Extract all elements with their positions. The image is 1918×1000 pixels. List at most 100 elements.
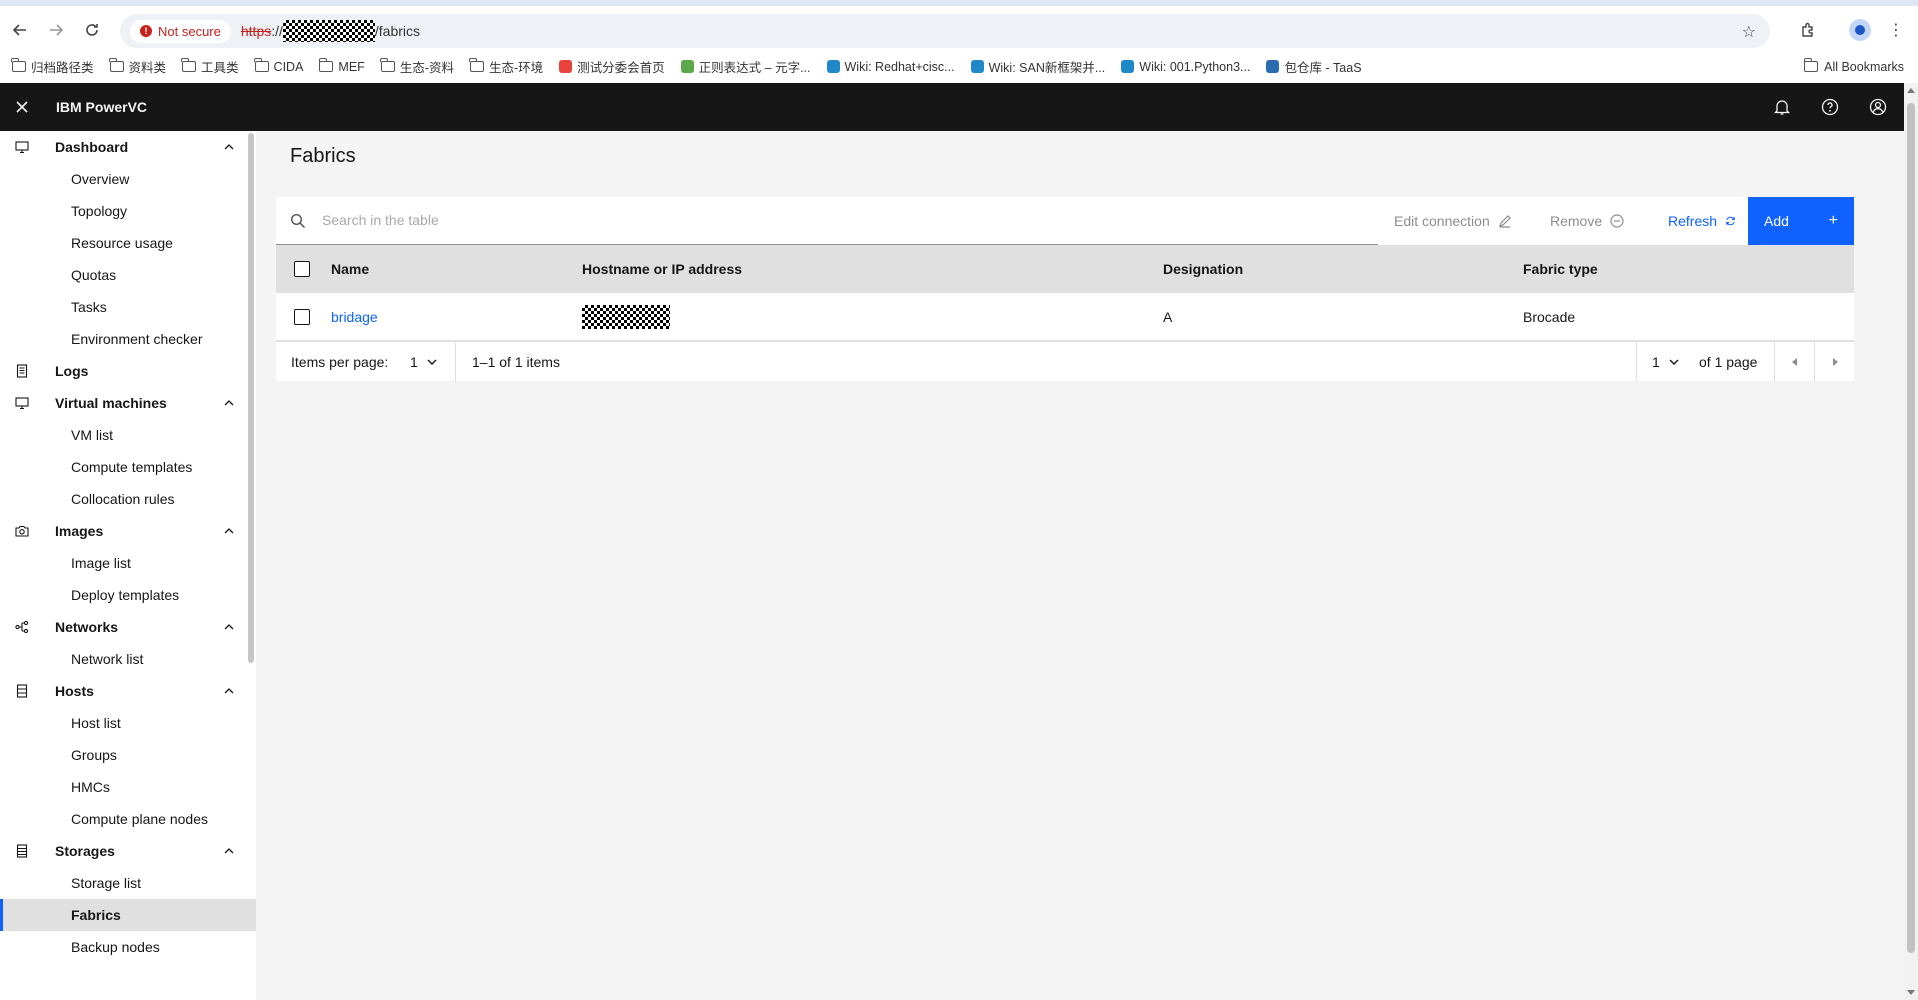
row-select-checkbox[interactable] — [294, 309, 310, 325]
column-header-fabric-type[interactable]: Fabric type — [1523, 261, 1598, 277]
scroll-down-arrow[interactable] — [1907, 990, 1915, 995]
sidebar-group-images[interactable]: Images — [0, 515, 256, 547]
bookmark-label: 工具类 — [201, 61, 239, 75]
folder-icon — [181, 58, 197, 72]
column-header-designation[interactable]: Designation — [1163, 261, 1243, 277]
sidebar-item-tasks[interactable]: Tasks — [0, 291, 256, 323]
search-input[interactable] — [322, 197, 1362, 243]
chevron-up-icon[interactable] — [222, 684, 236, 698]
chevron-up-icon[interactable] — [222, 844, 236, 858]
notification-bell-icon[interactable] — [1770, 95, 1794, 119]
sidebar-item-backup-nodes[interactable]: Backup nodes — [0, 931, 256, 963]
bookmark-item[interactable]: Wiki: Redhat+cisc... — [826, 60, 955, 74]
column-header-hostname[interactable]: Hostname or IP address — [582, 261, 742, 277]
sidebar-item-collocation-rules[interactable]: Collocation rules — [0, 483, 256, 515]
page-scrollbar[interactable] — [1904, 83, 1918, 1000]
bookmark-item[interactable]: 归档路径类 — [11, 57, 94, 76]
bookmark-star-icon[interactable]: ☆ — [1742, 22, 1756, 42]
chevron-up-icon[interactable] — [222, 524, 236, 538]
items-per-page-select[interactable]: 1 — [410, 342, 438, 382]
add-label: Add — [1764, 213, 1789, 229]
sidebar-item-storage-list[interactable]: Storage list — [0, 867, 256, 899]
not-secure-label: Not secure — [158, 23, 221, 39]
sidebar-item-overview[interactable]: Overview — [0, 163, 256, 195]
bookmark-item[interactable]: CIDA — [253, 58, 303, 74]
forward-icon[interactable] — [44, 18, 68, 42]
bookmark-label: 生态-环境 — [488, 61, 544, 75]
back-icon[interactable] — [8, 18, 32, 42]
folder-icon — [380, 58, 395, 72]
close-menu-icon[interactable] — [0, 83, 44, 131]
sidebar-group-virtual-machines[interactable]: Virtual machines — [0, 387, 256, 419]
sidebar-group-storages[interactable]: Storages — [0, 835, 256, 867]
sidebar-item-host-list[interactable]: Host list — [0, 707, 256, 739]
chevron-up-icon[interactable] — [222, 620, 236, 634]
items-per-page-value: 1 — [410, 354, 418, 370]
edit-connection-button[interactable]: Edit connection — [1380, 197, 1530, 245]
bookmark-item[interactable]: Wiki: 001.Python3... — [1121, 60, 1250, 74]
sidebar-item-vm-list[interactable]: VM list — [0, 419, 256, 451]
select-all-checkbox[interactable] — [294, 261, 310, 277]
bookmark-item[interactable]: 包仓库 - TaaS — [1266, 57, 1362, 76]
sidebar-item-environment-checker[interactable]: Environment checker — [0, 323, 256, 355]
sidebar-item-hmcs[interactable]: HMCs — [0, 771, 256, 803]
address-bar[interactable]: ! Not secure https:// /fabrics ☆ — [120, 14, 1770, 48]
bookmark-item[interactable]: MEF — [318, 58, 365, 74]
sidebar-group-label: Networks — [55, 619, 119, 635]
bookmark-item[interactable]: 生态-环境 — [469, 57, 544, 76]
sidebar-item-topology[interactable]: Topology — [0, 195, 256, 227]
previous-page-button[interactable] — [1775, 342, 1814, 382]
table-search[interactable] — [276, 197, 1378, 245]
sidebar-item-resource-usage[interactable]: Resource usage — [0, 227, 256, 259]
help-icon[interactable] — [1818, 95, 1842, 119]
sidebar-item-compute-plane-nodes[interactable]: Compute plane nodes — [0, 803, 256, 835]
sidebar-scrollbar[interactable] — [248, 133, 254, 663]
fabric-name-link[interactable]: bridage — [331, 309, 378, 325]
sidebar-group-dashboard[interactable]: Dashboard — [0, 131, 256, 163]
sidebar-item-fabrics[interactable]: Fabrics — [0, 899, 256, 931]
redacted-hostname — [582, 305, 670, 332]
site-favicon-icon — [970, 60, 984, 73]
bookmark-item[interactable]: 资料类 — [108, 57, 166, 76]
next-page-button[interactable] — [1815, 342, 1854, 382]
add-button[interactable]: Add + — [1748, 197, 1854, 245]
bookmark-item[interactable]: Wiki: SAN新框架并... — [970, 57, 1105, 76]
bookmark-item[interactable]: 工具类 — [181, 57, 239, 76]
profile-avatar[interactable] — [1848, 18, 1872, 42]
chevron-up-icon[interactable] — [222, 140, 236, 154]
extensions-icon[interactable] — [1796, 18, 1820, 42]
app-title[interactable]: IBM PowerVC — [56, 99, 147, 115]
sidebar-item-compute-templates[interactable]: Compute templates — [0, 451, 256, 483]
warning-icon: ! — [140, 25, 152, 37]
pagination: Items per page: 1 1–1 of 1 items 1 of 1 … — [276, 341, 1854, 382]
menu-kebab-icon[interactable]: ⋮ — [1884, 18, 1908, 42]
url-separator: :// — [271, 23, 283, 39]
bookmark-item[interactable]: 生态-资料 — [380, 57, 454, 76]
sidebar-item-groups[interactable]: Groups — [0, 739, 256, 771]
sidebar-item-image-list[interactable]: Image list — [0, 547, 256, 579]
sidebar-group-logs[interactable]: Logs — [0, 355, 256, 387]
scrollbar-thumb[interactable] — [1907, 103, 1915, 953]
bookmark-item[interactable]: 正则表达式 – 元字... — [680, 57, 811, 76]
sidebar-group-hosts[interactable]: Hosts — [0, 675, 256, 707]
sidebar-item-network-list[interactable]: Network list — [0, 643, 256, 675]
column-header-name[interactable]: Name — [331, 261, 369, 277]
server-icon — [14, 683, 30, 699]
sidebar-item-quotas[interactable]: Quotas — [0, 259, 256, 291]
sidebar-item-deploy-templates[interactable]: Deploy templates — [0, 579, 256, 611]
bookmark-item[interactable]: 测试分委会首页 — [559, 57, 665, 76]
scroll-up-arrow[interactable] — [1907, 88, 1915, 93]
browser-toolbar: ! Not secure https:// /fabrics ☆ ⋮ — [0, 0, 1918, 50]
folder-icon — [318, 58, 334, 72]
sidebar-group-networks[interactable]: Networks — [0, 611, 256, 643]
reload-icon[interactable] — [80, 18, 104, 42]
refresh-button[interactable]: Refresh — [1654, 197, 1750, 245]
page-select[interactable]: 1 — [1652, 342, 1680, 382]
url-text[interactable]: https:// /fabrics — [241, 20, 420, 42]
all-bookmarks[interactable]: All Bookmarks — [1803, 58, 1904, 74]
remove-label: Remove — [1550, 213, 1603, 229]
user-profile-icon[interactable] — [1866, 95, 1890, 119]
chevron-up-icon[interactable] — [222, 396, 236, 410]
not-secure-badge[interactable]: ! Not secure — [130, 19, 231, 43]
remove-button[interactable]: Remove — [1536, 197, 1640, 245]
